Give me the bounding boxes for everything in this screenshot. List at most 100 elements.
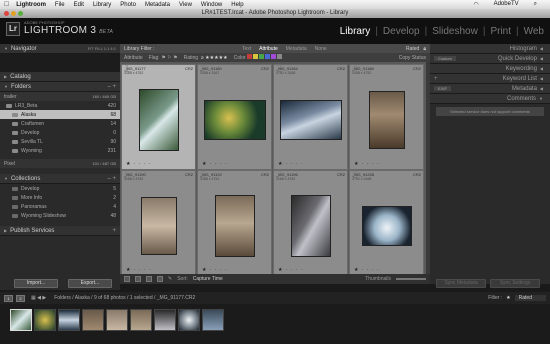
filter-tab-metadata[interactable]: Metadata — [286, 46, 307, 52]
filmstrip-thumbnail[interactable] — [178, 309, 200, 331]
filmstrip-filter-stars[interactable]: ★ — [506, 295, 510, 301]
grid-cell[interactable]: 7 _MG_91196 CR2 3168 x 4752 ★ · · · · — [273, 169, 348, 276]
minimize-window-button[interactable] — [11, 11, 16, 16]
photo-thumbnail[interactable] — [203, 100, 266, 140]
photo-thumbnail[interactable] — [138, 89, 179, 151]
flag-icons[interactable]: ⚑ ⚐ ⚑ — [161, 55, 177, 61]
folder-item[interactable]: LR3_Beta 420 — [0, 101, 120, 110]
cell-rating[interactable]: ★ · · · · — [202, 267, 228, 273]
module-develop[interactable]: Develop — [383, 26, 420, 37]
menu-window[interactable]: Window — [201, 2, 222, 8]
grid-cell[interactable]: 5 _MG_91190 CR2 3168 x 4752 ★ · · · · — [121, 169, 196, 276]
rating-stars[interactable]: ≥ ★★★★★ — [201, 55, 228, 61]
menu-view[interactable]: View — [179, 2, 192, 8]
color-swatch[interactable] — [252, 54, 258, 59]
survey-view-icon[interactable] — [157, 276, 163, 282]
filmstrip-thumbnail[interactable] — [154, 309, 176, 331]
folder-item[interactable]: Alaska 68 — [0, 110, 120, 119]
cell-rating[interactable]: ★ · · · · — [202, 161, 228, 167]
filmstrip-thumbnail[interactable] — [106, 309, 128, 331]
wifi-icon[interactable]: ◠ — [473, 1, 478, 8]
color-swatch[interactable] — [258, 54, 264, 59]
collection-item[interactable]: Develop 5 — [0, 184, 120, 193]
sync-settings-button[interactable]: Sync Settings — [490, 279, 540, 288]
cell-rating[interactable]: ★ · · · · — [126, 161, 152, 167]
menu-app[interactable]: Lightroom — [16, 2, 46, 8]
collection-item[interactable]: More Info 2 — [0, 193, 120, 202]
zoom-levels[interactable]: FIT FILL 1:1 4:1 — [88, 46, 116, 51]
photo-thumbnail[interactable] — [361, 206, 412, 246]
collection-item[interactable]: Panoramas 4 — [0, 202, 120, 211]
menu-help[interactable]: Help — [231, 2, 243, 8]
filmstrip-thumbnail[interactable] — [202, 309, 224, 331]
color-swatches[interactable] — [246, 54, 282, 61]
filmstrip-thumbnail[interactable] — [130, 309, 152, 331]
color-swatch[interactable] — [264, 54, 270, 59]
add-folder-icon[interactable]: – + — [107, 84, 116, 90]
comments-header[interactable]: Comments ▼ — [430, 94, 550, 104]
page-2-button[interactable]: 2 — [16, 294, 25, 302]
grid-cell[interactable]: 3 _MG_91184 CR2 4752 x 3168 ★ · · · · — [273, 63, 348, 170]
color-swatch[interactable] — [246, 54, 252, 59]
collection-item[interactable]: Wyoming Slideshow 48 — [0, 211, 120, 220]
navigator-header[interactable]: ▼ Navigator FIT FILL 1:1 4:1 — [0, 44, 120, 54]
photo-thumbnail[interactable] — [140, 197, 177, 255]
menu-metadata[interactable]: Metadata — [145, 2, 170, 8]
collections-header[interactable]: ▼ Collections – + — [0, 174, 120, 184]
grid-cell[interactable]: 1 _MG_91177 CR2 3168 x 4752 ★ · · · · — [121, 63, 196, 170]
folder-item[interactable]: Sevilla TL 90 — [0, 137, 120, 146]
add-publish-icon[interactable]: + — [112, 228, 116, 234]
thumbnail-size-slider[interactable] — [396, 278, 426, 280]
metadata-preset[interactable]: EXIF — [434, 86, 451, 91]
lock-icon[interactable]: 🔒︎ — [423, 46, 426, 52]
filter-tab-none[interactable]: None — [315, 46, 327, 52]
keyword-list-header[interactable]: + Keyword List ◀ — [430, 74, 550, 84]
grid-cell[interactable]: 8 _MG_91205 CR2 4752 x 3168 ★ · · · · — [349, 169, 424, 276]
add-collection-icon[interactable]: – + — [107, 176, 116, 182]
grid-view-icon[interactable] — [124, 276, 130, 282]
module-slideshow[interactable]: Slideshow — [432, 26, 478, 37]
photo-thumbnail[interactable] — [214, 195, 255, 257]
folder-item[interactable]: Develop 0 — [0, 128, 120, 137]
grid-cell[interactable]: 4 _MG_91188 CR2 3168 x 4752 ★ · · · · — [349, 63, 424, 170]
navigator-preview[interactable] — [0, 54, 120, 72]
grid-nav-icon[interactable]: ▦ ◀ ▶ — [31, 295, 46, 301]
photo-thumbnail[interactable] — [368, 91, 405, 149]
color-swatch[interactable] — [276, 54, 282, 59]
export-button[interactable]: Export... — [68, 279, 112, 288]
filmstrip-filter-select[interactable]: Rated — [514, 295, 546, 301]
filter-tab-attribute[interactable]: Attribute — [259, 46, 278, 52]
painter-icon[interactable]: ✎ — [168, 276, 172, 282]
menu-edit[interactable]: Edit — [74, 2, 84, 8]
color-swatch[interactable] — [270, 54, 276, 59]
page-1-button[interactable]: 1 — [4, 294, 13, 302]
sync-metadata-button[interactable]: Sync Metadata — [436, 279, 486, 288]
photo-thumbnail[interactable] — [279, 100, 342, 140]
cell-rating[interactable]: ★ · · · · — [278, 161, 304, 167]
filmstrip-thumbnail[interactable] — [34, 309, 56, 331]
filmstrip-thumbnail[interactable] — [82, 309, 104, 331]
menu-file[interactable]: File — [55, 2, 65, 8]
sort-select[interactable]: Capture Time — [193, 276, 223, 282]
volume-trailer[interactable]: trailer 160 / 465 GB — [0, 92, 120, 101]
menu-photo[interactable]: Photo — [120, 2, 136, 8]
cell-rating[interactable]: ★ · · · · — [354, 161, 380, 167]
loupe-view-icon[interactable] — [135, 276, 141, 282]
compare-view-icon[interactable] — [146, 276, 152, 282]
filmstrip-path[interactable]: Folders / Alaska / 9 of 68 photos / 1 se… — [54, 295, 195, 301]
module-print[interactable]: Print — [490, 26, 511, 37]
keywording-header[interactable]: Keywording ◀ — [430, 64, 550, 74]
menu-adobetv[interactable]: AdobeTV — [494, 1, 519, 8]
cell-rating[interactable]: ★ · · · · — [278, 267, 304, 273]
filmstrip-thumbnail[interactable] — [58, 309, 80, 331]
histogram-header[interactable]: Histogram ◀ — [430, 44, 550, 54]
close-window-button[interactable] — [4, 11, 9, 16]
photo-thumbnail[interactable] — [290, 195, 331, 257]
grid-cell[interactable]: 2 _MG_91180 CR2 3168 x 3167 ★ · · · · — [197, 63, 272, 170]
folders-header[interactable]: ▼ Folders – + — [0, 82, 120, 92]
grid-cell[interactable]: 6 _MG_91192 CR2 3168 x 4752 ★ · · · · — [197, 169, 272, 276]
zoom-window-button[interactable] — [18, 11, 23, 16]
module-web[interactable]: Web — [524, 26, 544, 37]
metadata-header[interactable]: EXIF Metadata ◀ — [430, 84, 550, 94]
apple-icon[interactable]:  — [4, 1, 9, 8]
